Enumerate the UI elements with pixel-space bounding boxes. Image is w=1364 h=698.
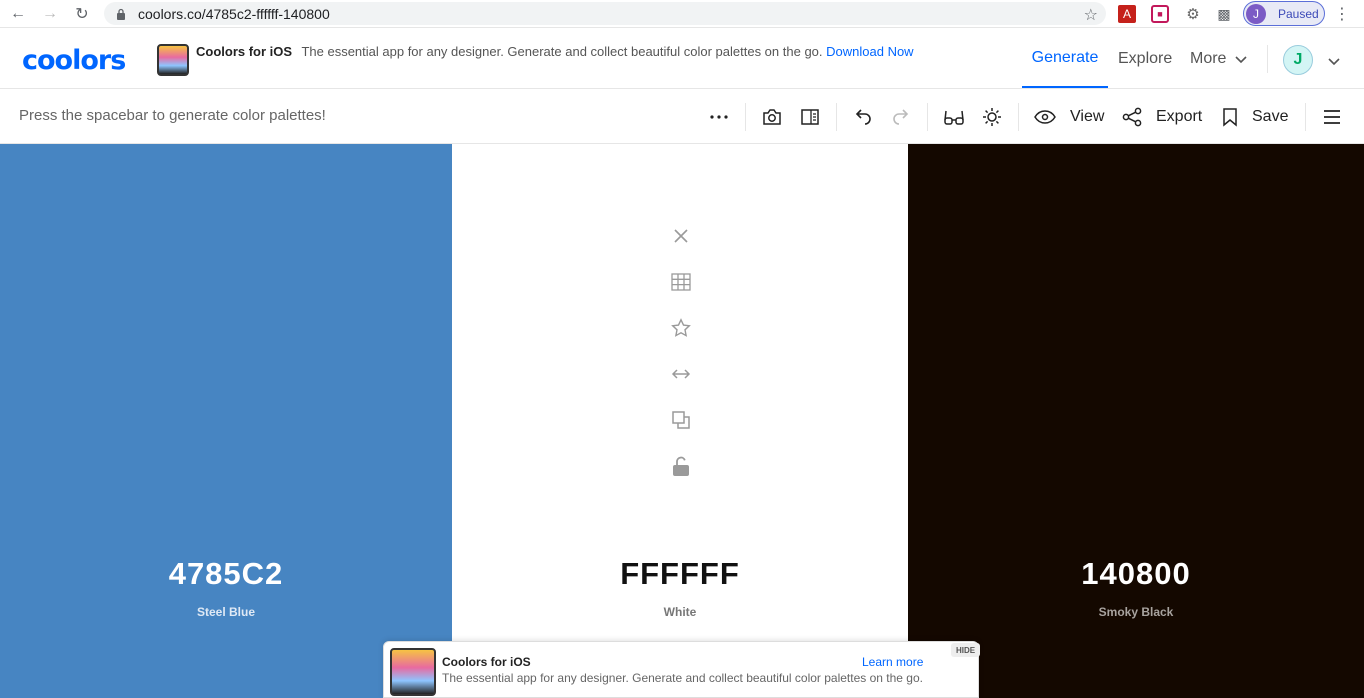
user-avatar[interactable]: J (1283, 45, 1313, 75)
promo-description: The essential app for any designer. Gene… (301, 44, 823, 59)
swatch-tools (671, 226, 691, 502)
export-label: Export (1156, 108, 1203, 125)
color-swatch[interactable]: 4785C2 Steel Blue (0, 144, 452, 698)
more-options-icon[interactable] (708, 103, 730, 131)
profile-avatar: J (1246, 3, 1266, 24)
share-icon (1122, 107, 1142, 127)
camera-icon[interactable] (761, 103, 783, 131)
forward-arrow-icon[interactable]: → (36, 0, 64, 28)
chevron-down-icon (1235, 55, 1248, 63)
url-text: coolors.co/4785c2-ffffff-140800 (138, 5, 330, 22)
glasses-icon[interactable] (943, 103, 965, 131)
save-label: Save (1252, 108, 1289, 125)
browser-menu-icon[interactable]: ⋮ (1334, 4, 1350, 24)
color-swatch[interactable]: FFFFFF White (452, 144, 908, 698)
calendar-extension-icon[interactable]: ■ (1151, 5, 1169, 23)
nav-more[interactable]: More (1190, 29, 1248, 88)
header-divider (1267, 45, 1268, 73)
color-hex[interactable]: 140800 (908, 556, 1364, 592)
toolbar-divider (1018, 103, 1019, 131)
copy-icon[interactable] (671, 410, 691, 430)
color-palette: 4785C2 Steel Blue FFFFFF White 140800 Sm… (0, 144, 1364, 698)
address-bar[interactable]: coolors.co/4785c2-ffffff-140800 ☆ (104, 2, 1106, 25)
puzzle-extensions-icon[interactable]: ▩ (1215, 5, 1233, 23)
drag-arrows-icon[interactable] (671, 364, 691, 384)
view-label: View (1070, 108, 1105, 125)
ios-app-banner: Coolors for iOS The essential app for an… (383, 641, 981, 698)
redo-icon[interactable] (890, 103, 912, 131)
color-hex[interactable]: FFFFFF (452, 556, 908, 592)
browser-profile-button[interactable]: J Paused (1243, 1, 1325, 26)
brightness-icon[interactable] (981, 103, 1003, 131)
eye-icon (1034, 110, 1056, 124)
banner-app-thumbnail (390, 648, 436, 696)
favorite-star-icon[interactable] (671, 318, 691, 338)
nav-more-label: More (1190, 49, 1227, 67)
toolbar-divider (836, 103, 837, 131)
color-name: Steel Blue (196, 605, 256, 619)
reload-icon[interactable]: ↻ (68, 0, 96, 28)
hamburger-menu-icon[interactable] (1322, 103, 1342, 131)
shades-grid-icon[interactable] (671, 272, 691, 292)
banner-title: Coolors for iOS (442, 655, 531, 669)
color-swatch[interactable]: 140800 Smoky Black (908, 144, 1364, 698)
promo-title: Coolors for iOS (196, 44, 293, 59)
toolbar-divider (1305, 103, 1306, 131)
view-button[interactable]: View (1034, 103, 1104, 131)
bookmark-icon (1223, 108, 1237, 127)
pdf-extension-icon[interactable]: A (1118, 5, 1136, 23)
promo-download-link[interactable]: Download Now (826, 44, 913, 59)
app-header: coolors Coolors for iOS The essential ap… (0, 29, 1364, 89)
hide-banner-button[interactable]: HIDE (951, 643, 981, 657)
export-button[interactable]: Export (1122, 103, 1202, 131)
save-button[interactable]: Save (1222, 103, 1288, 131)
browser-chrome: ← → ↻ coolors.co/4785c2-ffffff-140800 ☆ … (0, 0, 1364, 28)
nav-generate[interactable]: Generate (1022, 29, 1108, 88)
toolbar-divider (927, 103, 928, 131)
lock-icon (117, 8, 125, 20)
undo-icon[interactable] (852, 103, 874, 131)
back-arrow-icon[interactable]: ← (4, 0, 32, 28)
coolors-logo[interactable]: coolors (22, 45, 126, 76)
profile-status: Paused (1278, 6, 1319, 21)
color-hex[interactable]: 4785C2 (0, 556, 452, 592)
gear-extension-icon[interactable]: ⚙ (1184, 5, 1202, 23)
ios-app-thumbnail (157, 44, 189, 76)
side-panel-icon[interactable] (799, 103, 821, 131)
spacebar-hint: Press the spacebar to generate color pal… (19, 107, 326, 124)
remove-color-icon[interactable] (671, 226, 691, 246)
learn-more-link[interactable]: Learn more (862, 655, 923, 669)
bookmark-star-icon[interactable]: ☆ (1084, 5, 1098, 25)
user-menu-chevron-icon[interactable] (1327, 54, 1341, 68)
nav-explore[interactable]: Explore (1118, 29, 1172, 88)
promo-text: Coolors for iOS The essential app for an… (196, 44, 956, 60)
color-name: Smoky Black (1098, 605, 1174, 619)
color-name: White (663, 605, 697, 619)
unlock-icon[interactable] (671, 456, 691, 476)
banner-description: The essential app for any designer. Gene… (442, 671, 923, 685)
toolbar: Press the spacebar to generate color pal… (0, 89, 1364, 144)
toolbar-divider (745, 103, 746, 131)
